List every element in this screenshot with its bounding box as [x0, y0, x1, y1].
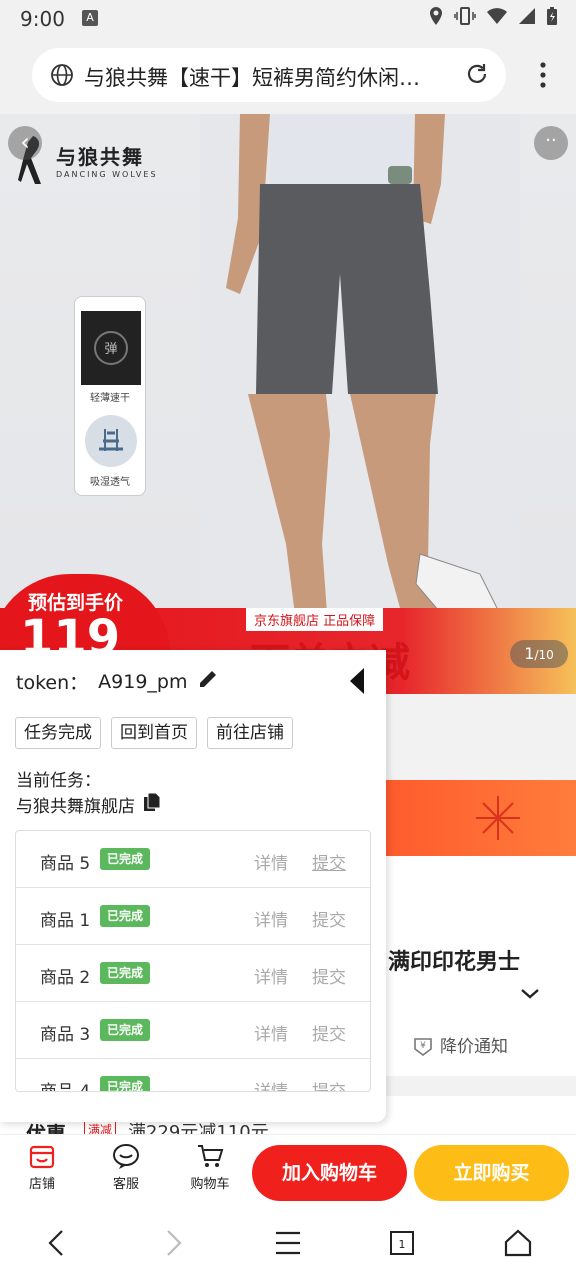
item-name: 商品 5 — [40, 854, 91, 874]
status-badge: 已完成 — [100, 1019, 151, 1041]
bottom-action-bar: 店铺 客服 购物车 加入购物车 立即购买 — [0, 1134, 576, 1206]
token-row: token： A919_pm — [16, 668, 219, 695]
promo-strip — [380, 780, 576, 856]
list-item: 商品 2 已完成 详情 提交 — [16, 945, 370, 1002]
copy-icon[interactable] — [143, 792, 161, 817]
browser-toolbar: 与狼共舞【速干】短裤男简约休闲… — [0, 36, 576, 114]
item-detail-link[interactable]: 详情 — [254, 849, 288, 874]
collapse-panel-icon[interactable] — [350, 668, 364, 694]
browser-menu-icon[interactable] — [540, 62, 546, 92]
price-alert-button[interactable]: ¥ 降价通知 — [412, 1032, 508, 1057]
image-page-indicator: 1/10 — [510, 640, 568, 668]
item-submit-link[interactable]: 提交 — [312, 906, 346, 931]
back-button[interactable]: ‹ — [8, 126, 42, 160]
list-item: 商品 3 已完成 详情 提交 — [16, 1002, 370, 1059]
item-submit-link[interactable]: 提交 — [312, 849, 346, 874]
token-label: token： — [16, 672, 89, 694]
edit-pencil-icon[interactable] — [197, 668, 219, 695]
location-icon — [428, 6, 444, 30]
url-text[interactable]: 与狼共舞【速干】短裤男简约休闲… — [84, 62, 454, 92]
cart-tab[interactable]: 购物车 — [180, 1141, 240, 1192]
battery-icon — [546, 6, 558, 30]
store-icon — [29, 1145, 55, 1169]
globe-icon — [50, 63, 74, 91]
product-image-carousel[interactable]: 与狼共舞 DANCING WOLVES ‹ ·· 弹 轻薄速干 吸湿透气 预估到… — [0, 114, 576, 694]
store-tab[interactable]: 店铺 — [12, 1141, 72, 1192]
chevron-down-icon[interactable] — [520, 984, 540, 1005]
feature-card: 弹 轻薄速干 吸湿透气 — [74, 296, 146, 496]
item-detail-link[interactable]: 详情 — [254, 1020, 288, 1045]
go-store-button[interactable]: 前往店铺 — [207, 717, 293, 749]
current-task-store: 与狼共舞旗舰店 — [16, 792, 161, 817]
status-badge: 已完成 — [100, 962, 151, 984]
product-title: 满印印花男士 — [388, 950, 521, 975]
current-task-label: 当前任务： — [16, 771, 101, 791]
item-submit-link[interactable]: 提交 — [312, 1020, 346, 1045]
vibrate-icon — [454, 6, 476, 30]
buy-now-button[interactable]: 立即购买 — [414, 1145, 569, 1201]
item-name: 商品 4 — [40, 1082, 91, 1092]
forward-nav-icon[interactable] — [162, 1228, 186, 1262]
item-detail-link[interactable]: 详情 — [254, 963, 288, 988]
price-alert-icon: ¥ — [414, 1037, 432, 1056]
task-store-name: 与狼共舞旗舰店 — [16, 797, 135, 817]
item-submit-link[interactable]: 提交 — [312, 963, 346, 988]
status-bar: 9:00 A — [0, 0, 576, 36]
product-photo — [200, 114, 520, 694]
cart-label: 购物车 — [190, 1177, 230, 1192]
status-badge: 已完成 — [100, 1076, 151, 1091]
back-nav-icon[interactable] — [44, 1228, 68, 1262]
item-detail-link[interactable]: 详情 — [254, 906, 288, 931]
item-name: 商品 3 — [40, 1025, 91, 1045]
customer-service-tab[interactable]: 客服 — [96, 1141, 156, 1192]
svg-text:¥: ¥ — [420, 1041, 426, 1051]
task-item-list[interactable]: 商品 5 已完成 详情 提交 商品 1 已完成 详情 提交 商品 2 已完成 详… — [15, 830, 371, 1092]
customer-service-label: 客服 — [112, 1177, 139, 1192]
tabs-count: 1 — [399, 1238, 406, 1251]
item-name: 商品 1 — [40, 911, 91, 931]
panel-buttons: 任务完成 回到首页 前往店铺 — [15, 717, 293, 749]
item-detail-link[interactable]: 详情 — [254, 1077, 288, 1091]
list-item: 商品 5 已完成 详情 提交 — [16, 831, 370, 888]
item-submit-link[interactable]: 提交 — [312, 1077, 346, 1091]
tabs-nav-icon[interactable]: 1 — [388, 1228, 416, 1262]
price-alert-label: 降价通知 — [440, 1037, 508, 1057]
menu-nav-icon[interactable] — [274, 1228, 302, 1262]
page-total: /10 — [534, 648, 554, 662]
status-badge: 已完成 — [100, 905, 151, 927]
address-bar[interactable]: 与狼共舞【速干】短裤男简约休闲… — [32, 48, 506, 102]
feature-quick-dry: 轻薄速干 — [90, 393, 130, 404]
list-item: 商品 1 已完成 详情 提交 — [16, 888, 370, 945]
page-current: 1 — [524, 644, 535, 663]
task-complete-button[interactable]: 任务完成 — [15, 717, 101, 749]
token-value: A919_pm — [98, 670, 188, 693]
brand-name: 与狼共舞 — [56, 145, 144, 169]
item-name: 商品 2 — [40, 968, 91, 988]
system-nav-bar: 1 — [0, 1206, 576, 1280]
shopping-cart-icon — [198, 1145, 224, 1167]
store-label: 店铺 — [28, 1177, 55, 1192]
more-options-button[interactable]: ·· — [534, 126, 568, 160]
task-panel: token： A919_pm 任务完成 回到首页 前往店铺 当前任务： 与狼共舞… — [0, 650, 386, 1122]
status-badge: 已完成 — [100, 848, 151, 870]
feature-breathable: 吸湿透气 — [90, 477, 130, 488]
stretch-label: 弹 — [104, 342, 117, 357]
breathable-icon — [85, 415, 137, 467]
notification-a-icon: A — [82, 10, 98, 26]
chat-bubble-icon — [113, 1144, 139, 1169]
add-to-cart-button[interactable]: 加入购物车 — [252, 1145, 407, 1201]
official-store-tag: 京东旗舰店 正品保障 — [246, 608, 384, 631]
status-icons — [428, 6, 558, 30]
wifi-icon — [486, 7, 508, 29]
list-item: 商品 4 已完成 详情 提交 — [16, 1059, 370, 1092]
go-home-button[interactable]: 回到首页 — [111, 717, 197, 749]
brand-subtitle: DANCING WOLVES — [56, 170, 158, 179]
status-time: 9:00 — [20, 7, 65, 31]
signal-icon — [518, 7, 536, 29]
home-nav-icon[interactable] — [504, 1228, 532, 1262]
stretch-fabric-image: 弹 — [81, 311, 141, 385]
reload-icon[interactable] — [464, 61, 490, 91]
